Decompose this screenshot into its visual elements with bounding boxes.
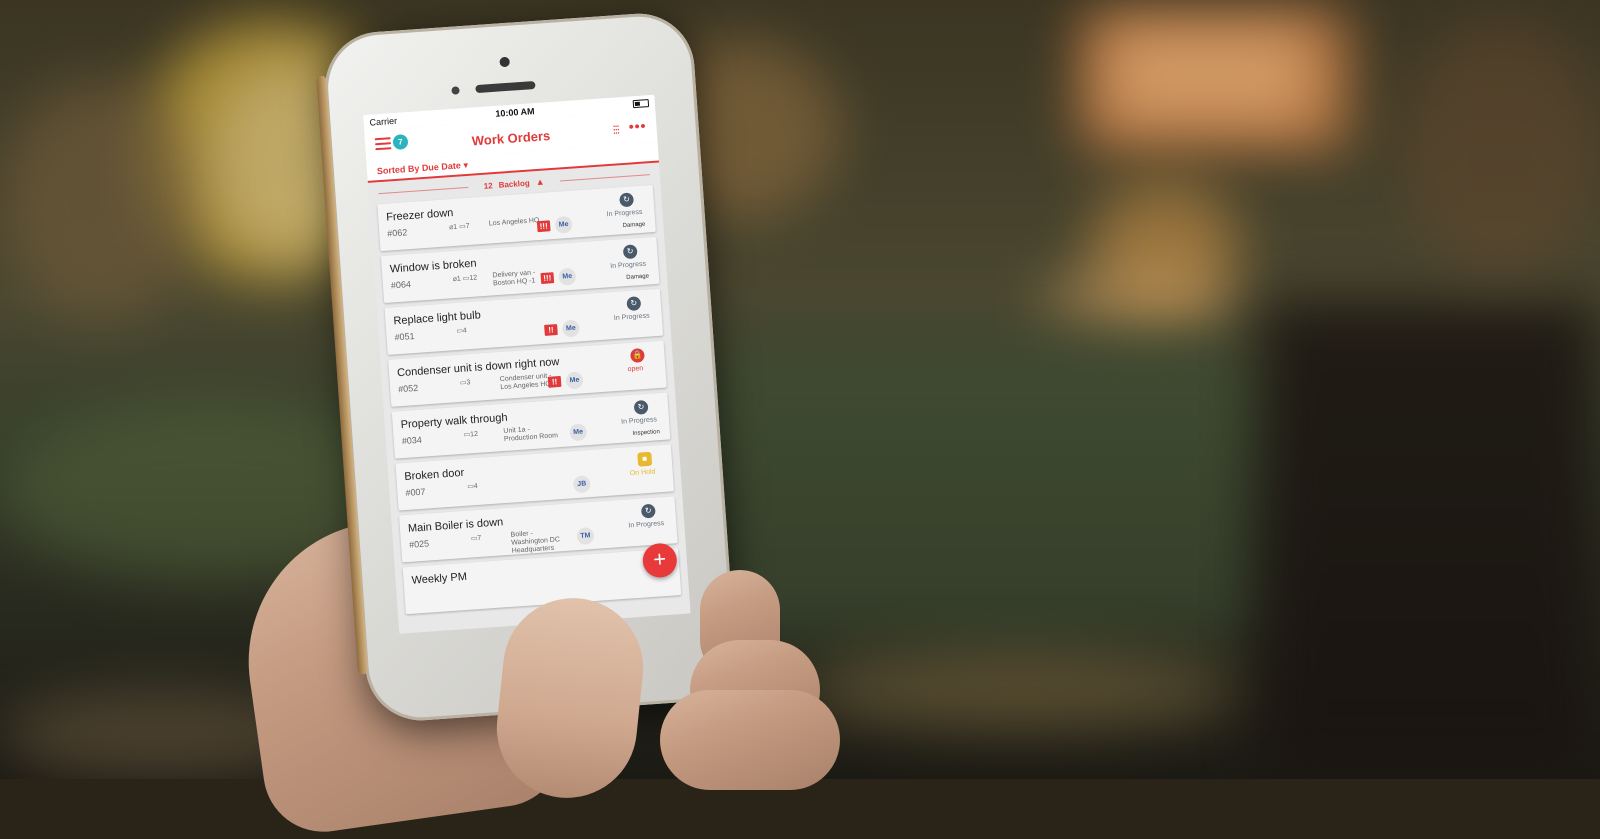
proximity-sensor — [451, 86, 460, 95]
app-screen: Carrier 10:00 AM 7 Work Orders ⫶⫶⫶ ••• S… — [363, 94, 691, 634]
assignee-avatar: Me — [569, 423, 588, 442]
assignee-avatar: Me — [565, 371, 584, 390]
hand-finger — [660, 690, 840, 790]
attachment-comment-counts: ▭7 — [470, 534, 482, 543]
assignee-avatar: TM — [576, 526, 595, 546]
filter-sliders-icon[interactable]: ⫶⫶⫶ — [612, 123, 619, 138]
asset-location: Unit 1a - Production Room — [503, 426, 559, 443]
more-options-icon[interactable]: ••• — [628, 117, 647, 134]
asset-location: Boiler - Washington DC Headquarters — [510, 530, 561, 555]
sort-label: Sorted By Due Date — [376, 160, 462, 177]
refresh-icon[interactable]: ↻ — [622, 244, 638, 260]
work-order-id: #064 — [390, 279, 412, 291]
clock: 10:00 AM — [495, 106, 535, 119]
status-label: On Hold — [629, 468, 656, 478]
priority-icon: !!! — [540, 272, 555, 285]
refresh-icon[interactable]: ↻ — [640, 503, 656, 519]
refresh-icon[interactable]: ↻ — [626, 296, 642, 312]
assignee-avatar: Me — [561, 319, 580, 338]
status-label: In Progress — [628, 520, 665, 530]
attachment-comment-counts: ⌀1 ▭7 — [448, 222, 470, 232]
battery-icon — [632, 99, 650, 109]
assignee-avatar: Me — [558, 267, 577, 286]
work-order-title: Replace light bulb — [393, 309, 482, 328]
work-order-id: #062 — [387, 227, 408, 239]
refresh-icon[interactable]: ↻ — [619, 192, 635, 208]
pause-icon[interactable]: ■ — [637, 451, 653, 467]
earpiece-speaker — [475, 80, 536, 94]
work-order-title: Property walk through — [400, 411, 508, 432]
category-tag: Damage — [626, 273, 650, 282]
work-order-list: Freezer down #062 ⌀1 ▭7 Los Angeles HQ!!! Me… — [369, 184, 689, 615]
backlog-label: Backlog — [498, 178, 530, 190]
chevron-up-icon: ▲ — [535, 176, 545, 188]
work-order-title: Freezer down — [385, 206, 454, 224]
attachment-comment-counts: ▭12 — [463, 430, 479, 439]
status-label: open — [627, 365, 644, 374]
asset-location: Los Angeles HQ — [488, 216, 540, 228]
attachment-comment-counts: ▭3 — [459, 379, 471, 387]
priority-icon: !!! — [536, 220, 551, 233]
priority-icon: !! — [547, 375, 562, 388]
carrier-label: Carrier — [369, 115, 398, 128]
chevron-down-icon: ▼ — [461, 160, 471, 170]
status-label: In Progress — [620, 416, 658, 426]
category-tag: Damage — [622, 221, 646, 230]
category-tag: Inspection — [632, 429, 661, 438]
attachment-comment-counts: ⌀1 ▭12 — [452, 274, 478, 284]
work-order-id: #052 — [397, 382, 419, 395]
lock-icon[interactable]: 🔒 — [629, 348, 645, 363]
front-camera — [499, 56, 511, 68]
work-order-title: Broken door — [403, 466, 465, 484]
status-label: In Progress — [610, 260, 647, 271]
attachment-comment-counts: ▭4 — [456, 327, 468, 336]
backlog-count: 12 — [483, 180, 493, 191]
work-order-id: #007 — [405, 486, 426, 498]
attachment-comment-counts: ▭4 — [466, 482, 478, 491]
work-order-id: #034 — [401, 434, 423, 447]
assignee-avatar: JB — [572, 475, 591, 494]
refresh-icon[interactable]: ↻ — [633, 399, 649, 415]
priority-icon: !! — [544, 324, 558, 336]
work-order-title: Weekly PM — [411, 570, 468, 587]
assignee-avatar: Me — [554, 215, 573, 234]
work-order-id: #051 — [394, 330, 415, 343]
status-label: In Progress — [606, 208, 643, 219]
work-order-title: Window is broken — [389, 257, 477, 276]
work-order-id: #025 — [408, 538, 430, 550]
work-order-title: Main Boiler is down — [407, 516, 504, 535]
status-label: In Progress — [613, 312, 650, 323]
